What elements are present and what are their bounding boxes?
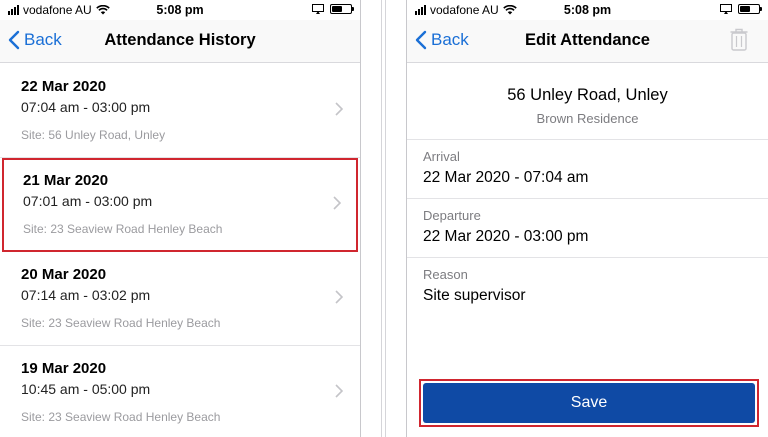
departure-label: Departure	[423, 208, 481, 223]
battery-icon	[330, 4, 354, 14]
status-time: 5:08 pm	[156, 3, 204, 17]
attendance-row-selected[interactable]: 21 Mar 2020 07:01 am - 03:00 pm Site: 23…	[2, 158, 358, 252]
reason-value: Site supervisor	[423, 287, 526, 304]
attendance-site: Site: 23 Seaview Road Henley Beach	[23, 222, 223, 236]
chevron-right-icon	[335, 384, 343, 398]
attendance-site: Site: 23 Seaview Road Henley Beach	[21, 316, 221, 330]
attendance-site: Site: 23 Seaview Road Henley Beach	[21, 410, 221, 424]
departure-field[interactable]: Departure 22 Mar 2020 - 03:00 pm	[407, 199, 768, 258]
chevron-right-icon	[333, 196, 341, 210]
arrival-label: Arrival	[423, 149, 460, 164]
attendance-row[interactable]: 22 Mar 2020 07:04 am - 03:00 pm Site: 56…	[0, 64, 360, 158]
attendance-date: 22 Mar 2020	[21, 78, 107, 95]
nav-bar: Back Attendance History	[0, 20, 360, 63]
attendance-site: Site: 56 Unley Road, Unley	[21, 128, 166, 142]
attendance-history-screen: vodafone AU 5:08 pm Back Attendance Hist…	[0, 0, 361, 437]
attendance-list: 22 Mar 2020 07:04 am - 03:00 pm Site: 56…	[0, 64, 360, 437]
attendance-date: 21 Mar 2020	[23, 172, 109, 189]
attendance-time-range: 07:01 am - 03:00 pm	[23, 193, 153, 209]
battery-icon	[738, 4, 762, 14]
attendance-row[interactable]: 20 Mar 2020 07:14 am - 03:02 pm Site: 23…	[0, 252, 360, 346]
edit-attendance-screen: vodafone AU 5:08 pm Back Edit Attendance…	[406, 0, 768, 437]
status-bar: vodafone AU 5:08 pm	[0, 0, 360, 20]
save-button-highlight: Save	[419, 379, 759, 427]
page-title: Edit Attendance	[525, 31, 650, 49]
attendance-time-range: 07:14 am - 03:02 pm	[21, 287, 151, 303]
site-name: Brown Residence	[536, 111, 639, 126]
attendance-row[interactable]: 19 Mar 2020 10:45 am - 05:00 pm Site: 23…	[0, 346, 360, 437]
chevron-right-icon	[335, 102, 343, 116]
attendance-time-range: 10:45 am - 05:00 pm	[21, 381, 151, 397]
screen-divider	[361, 0, 406, 437]
arrival-field[interactable]: Arrival 22 Mar 2020 - 07:04 am	[407, 140, 768, 199]
site-address: 56 Unley Road, Unley	[507, 86, 668, 104]
page-title: Attendance History	[104, 31, 256, 49]
departure-value: 22 Mar 2020 - 03:00 pm	[423, 228, 589, 245]
reason-field[interactable]: Reason Site supervisor	[407, 258, 768, 317]
nav-bar: Back Edit Attendance	[407, 20, 768, 63]
attendance-time-range: 07:04 am - 03:00 pm	[21, 99, 151, 115]
trash-icon[interactable]	[730, 28, 748, 52]
attendance-date: 19 Mar 2020	[21, 360, 107, 377]
chevron-right-icon	[335, 290, 343, 304]
screen-mirror-icon	[720, 4, 732, 14]
screen-mirror-icon	[312, 4, 324, 14]
status-time: 5:08 pm	[563, 3, 612, 17]
reason-label: Reason	[423, 267, 468, 282]
status-bar: vodafone AU 5:08 pm	[407, 0, 768, 20]
attendance-date: 20 Mar 2020	[21, 266, 107, 283]
site-header: 56 Unley Road, Unley Brown Residence	[407, 64, 768, 140]
arrival-value: 22 Mar 2020 - 07:04 am	[423, 169, 589, 186]
save-button[interactable]: Save	[423, 383, 755, 423]
